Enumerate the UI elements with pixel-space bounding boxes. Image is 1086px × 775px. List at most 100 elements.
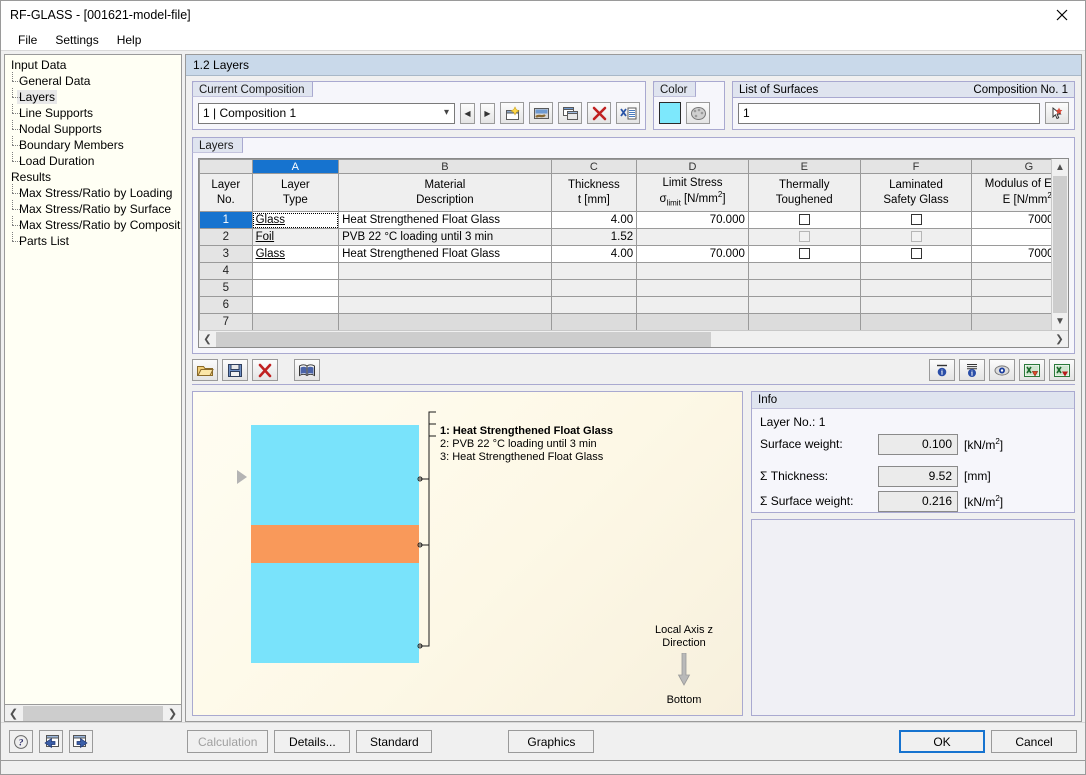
graphics-button[interactable]: Graphics (508, 730, 595, 753)
cell-layer-type[interactable] (251, 279, 340, 297)
cell-layer-type[interactable]: Foil (251, 228, 340, 246)
cell-thickness[interactable]: 4.00 (550, 245, 638, 263)
standard-button[interactable]: Standard (356, 730, 433, 753)
col-letter-a[interactable]: A (251, 159, 340, 174)
cell-laminated-safety-glass[interactable] (859, 262, 973, 280)
cell-modulus[interactable]: 70000.000 (971, 211, 1051, 229)
table-row[interactable]: 1 Glass Heat Strengthened Float Glass 4.… (199, 211, 1051, 229)
sidebar-horizontal-scrollbar[interactable]: ❮ ❯ (4, 705, 182, 722)
col-letter-c[interactable]: C (550, 159, 638, 174)
menu-item-settings[interactable]: Settings (46, 31, 107, 49)
checkbox-laminated-safety-glass[interactable] (910, 213, 922, 225)
cell-thickness[interactable]: 4.00 (550, 211, 638, 229)
sidebar-item-max-stress-by-surface[interactable]: Max Stress/Ratio by Surface (7, 200, 181, 217)
info-top-icon[interactable]: i (929, 359, 955, 381)
cell-layer-type[interactable] (251, 313, 340, 330)
excel-export-icon[interactable] (1019, 359, 1045, 381)
close-icon[interactable] (1039, 1, 1085, 29)
copy-composition-icon[interactable] (558, 102, 582, 124)
delete-composition-icon[interactable] (587, 102, 611, 124)
cell-material[interactable]: PVB 22 °C loading until 3 min (338, 228, 552, 246)
table-horizontal-scrollbar[interactable]: ❮ ❯ (199, 330, 1068, 347)
cell-limit-stress[interactable]: 70.000 (636, 245, 749, 263)
sidebar-item-load-duration[interactable]: Load Duration (7, 152, 181, 169)
tree-group-input-data[interactable]: Input Data (7, 57, 181, 73)
cell-modulus[interactable] (971, 262, 1051, 280)
menu-item-file[interactable]: File (9, 31, 46, 49)
sidebar-item-boundary-members[interactable]: Boundary Members (7, 136, 181, 153)
cell-layer-type[interactable]: Glass (251, 211, 340, 229)
composition-prev-button[interactable]: ◀ (460, 102, 475, 124)
cell-thermally-toughened[interactable] (747, 211, 861, 229)
cell-modulus[interactable] (971, 296, 1051, 314)
checkbox-thermally-toughened[interactable] (798, 213, 810, 225)
details-button[interactable]: Details... (274, 730, 351, 753)
scrollbar-thumb[interactable] (23, 705, 163, 721)
cell-modulus[interactable]: 70000.000 (971, 245, 1051, 263)
checkbox-thermally-toughened[interactable] (798, 247, 810, 259)
table-vertical-scrollbar[interactable]: ▲ ▼ (1051, 159, 1068, 330)
composition-list-icon[interactable] (616, 102, 640, 124)
scroll-down-icon[interactable]: ▼ (1052, 313, 1068, 330)
new-composition-icon[interactable] (500, 102, 524, 124)
save-disk-icon[interactable] (222, 359, 248, 381)
composition-select[interactable]: 1 | Composition 1 (198, 102, 455, 124)
cell-material[interactable] (338, 296, 552, 314)
table-row[interactable]: 7 (199, 313, 1051, 330)
cancel-button[interactable]: Cancel (991, 730, 1077, 753)
scrollbar-thumb-vertical[interactable] (1053, 176, 1067, 313)
cell-thermally-toughened[interactable] (747, 228, 861, 246)
col-letter-e[interactable]: E (747, 159, 861, 174)
cell-thermally-toughened[interactable] (747, 296, 861, 314)
sidebar-item-line-supports[interactable]: Line Supports (7, 104, 181, 121)
cell-material[interactable]: Heat Strengthened Float Glass (338, 211, 552, 229)
cell-material[interactable]: Heat Strengthened Float Glass (338, 245, 552, 263)
eye-view-icon[interactable] (989, 359, 1015, 381)
col-letter-f[interactable]: F (859, 159, 973, 174)
col-letter-g[interactable]: G (971, 159, 1051, 174)
scroll-left-icon[interactable]: ❮ (199, 334, 216, 345)
color-swatch[interactable] (659, 102, 681, 124)
import-composition-icon[interactable] (529, 102, 553, 124)
table-row[interactable]: 5 (199, 279, 1051, 297)
cell-material[interactable] (338, 279, 552, 297)
composition-next-button[interactable]: ▶ (480, 102, 495, 124)
sidebar-item-layers[interactable]: Layers (7, 88, 181, 105)
cell-material[interactable] (338, 262, 552, 280)
cell-laminated-safety-glass[interactable] (859, 313, 973, 330)
cell-layer-type[interactable] (251, 296, 340, 314)
cell-modulus[interactable] (971, 279, 1051, 297)
table-row[interactable]: 3 Glass Heat Strengthened Float Glass 4.… (199, 245, 1051, 263)
info-bottom-icon[interactable]: i (959, 359, 985, 381)
ok-button[interactable]: OK (899, 730, 985, 753)
color-palette-icon[interactable] (686, 102, 710, 124)
cell-laminated-safety-glass[interactable] (859, 211, 973, 229)
excel-import-icon[interactable] (1049, 359, 1075, 381)
layer-graphic-preview[interactable]: 1: Heat Strengthened Float Glass 2: PVB … (192, 391, 743, 716)
cell-thickness[interactable] (550, 262, 638, 280)
cell-modulus[interactable] (971, 313, 1051, 330)
table-row[interactable]: 6 (199, 296, 1051, 314)
cell-thermally-toughened[interactable] (747, 262, 861, 280)
cell-limit-stress[interactable] (636, 262, 749, 280)
cell-thermally-toughened[interactable] (747, 245, 861, 263)
cell-laminated-safety-glass[interactable] (859, 228, 973, 246)
menu-item-help[interactable]: Help (108, 31, 151, 49)
cell-modulus[interactable]: 3.000 (971, 228, 1051, 246)
table-row[interactable]: 4 (199, 262, 1051, 280)
sidebar-item-general-data[interactable]: General Data (7, 72, 181, 89)
cell-layer-type[interactable] (251, 262, 340, 280)
open-folder-icon[interactable] (192, 359, 218, 381)
cell-thickness[interactable] (550, 296, 638, 314)
cell-laminated-safety-glass[interactable] (859, 296, 973, 314)
delete-red-x-icon[interactable] (252, 359, 278, 381)
surfaces-input[interactable] (738, 102, 1040, 124)
cell-limit-stress[interactable] (636, 296, 749, 314)
cell-thickness[interactable] (550, 279, 638, 297)
material-library-icon[interactable] (294, 359, 320, 381)
checkbox-laminated-safety-glass[interactable] (910, 247, 922, 259)
calculation-button[interactable]: Calculation (187, 730, 269, 753)
tree-group-results[interactable]: Results (7, 169, 181, 185)
cell-limit-stress[interactable] (636, 228, 749, 246)
pick-surface-icon[interactable] (1045, 102, 1069, 124)
